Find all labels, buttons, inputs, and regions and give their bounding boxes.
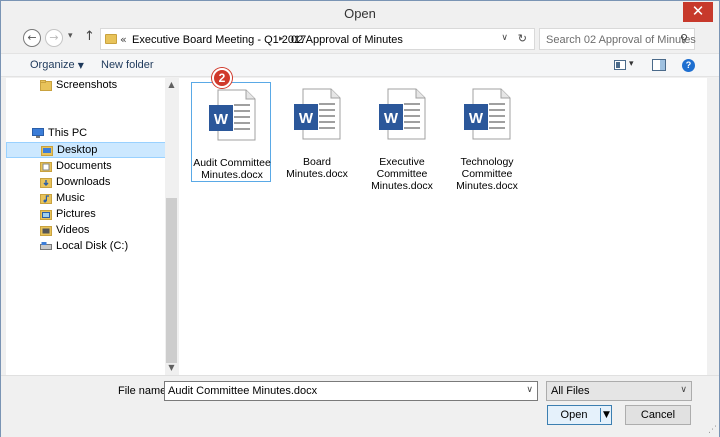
sidebar-item-label: Local Disk (C:) [56,240,129,252]
change-view-icon[interactable] [614,60,626,70]
scroll-down-arrow-icon[interactable]: ▼ [166,363,177,372]
step-number-badge: 2 [212,68,232,88]
file-item-executive-committee-minutes[interactable]: W Executive Committee Minutes.docx [362,82,442,192]
chevron-down-icon: ▼ [77,61,84,70]
file-type-value: All Files [551,385,590,397]
folder-icon [105,34,117,44]
navigation-scrollbar[interactable]: ▲ ▼ [165,78,178,375]
file-name-label: Executive Committee Minutes.docx [371,156,433,192]
dialog-title: Open [344,6,376,21]
file-name-value: Audit Committee Minutes.docx [168,385,318,397]
preview-pane-icon[interactable] [652,59,666,71]
help-icon[interactable]: ? [682,59,695,72]
address-bar[interactable]: « Executive Board Meeting - Q1 2017 ▸ 02… [100,28,535,50]
svg-text:W: W [299,110,314,127]
file-name-label: Technology Committee Minutes.docx [456,156,518,192]
title-bar: Open ✕ [1,1,719,27]
address-row: ← → ▾ ↑ « Executive Board Meeting - Q1 2… [1,27,719,51]
close-button[interactable]: ✕ [683,2,713,22]
file-name-label: Board Minutes.docx [286,156,348,180]
resize-grip-icon[interactable]: ⋰ [708,425,717,435]
sidebar-item-label: This PC [48,127,88,139]
new-folder-button[interactable]: New folder [101,59,154,71]
open-button-label: Open [560,409,588,421]
music-folder-icon [40,194,52,204]
videos-folder-icon [40,226,52,236]
organize-label: Organize [30,59,75,71]
sidebar-item-label: Downloads [56,176,111,188]
computer-icon [32,128,44,138]
sidebar-item-label: Music [56,192,85,204]
sidebar-item-label: Videos [56,224,90,236]
svg-text:W: W [469,110,484,127]
file-item-technology-committee-minutes[interactable]: W Technology Committee Minutes.docx [447,82,527,192]
drive-icon [40,242,52,250]
documents-folder-icon [40,162,52,172]
search-icon[interactable]: ⚲ [680,32,688,45]
word-document-icon: W [379,88,426,140]
file-item-board-minutes[interactable]: W Board Minutes.docx [277,82,357,182]
sidebar-item-pictures[interactable]: Pictures [6,207,166,223]
chevron-down-icon[interactable]: ∨ [526,385,533,395]
scrollbar-thumb[interactable] [166,198,177,363]
split-divider [600,408,601,422]
refresh-icon[interactable]: ↻ [518,32,527,45]
sidebar-item-desktop[interactable]: Desktop [6,142,166,158]
scroll-up-arrow-icon[interactable]: ▲ [166,80,177,89]
recent-locations-button[interactable]: ▾ [68,31,73,41]
sidebar-item-label: Documents [56,160,112,172]
search-box[interactable]: Search 02 Approval of Minutes ⚲ [539,28,696,50]
folder-icon [40,80,52,91]
sidebar-item-videos[interactable]: Videos [6,223,166,239]
command-bar: Organize ▼ New folder ▾ ? [1,53,719,77]
svg-text:W: W [214,111,229,128]
sidebar-item-this-pc[interactable]: This PC [6,126,166,142]
forward-button[interactable]: → [45,29,63,47]
navigation-pane: Screenshots This PC Desktop Documents Do… [6,78,178,375]
downloads-folder-icon [40,178,52,188]
desktop-folder-icon [41,146,53,156]
search-placeholder: Search 02 Approval of Minutes [546,34,696,46]
breadcrumb-separator[interactable]: ▸ [279,34,284,44]
file-type-select[interactable]: All Files ∨ [546,381,692,401]
sidebar-item-downloads[interactable]: Downloads [6,175,166,191]
sidebar-item-label: Desktop [57,144,98,156]
cancel-button[interactable]: Cancel [625,405,691,425]
svg-text:W: W [384,110,399,127]
address-dropdown-button[interactable]: ∨ [501,33,508,43]
dialog-footer: File name: Audit Committee Minutes.docx … [1,375,719,437]
file-name-input[interactable]: Audit Committee Minutes.docx ∨ [164,381,538,401]
overflow-chevron[interactable]: « [120,33,127,46]
sidebar-item-label: Pictures [56,208,96,220]
file-name-label: File name: [118,385,170,397]
file-name-label: Audit Committee Minutes.docx [193,157,271,181]
chevron-down-icon: ∨ [680,385,687,395]
open-options-arrow-icon[interactable]: ▼ [603,406,610,424]
organize-button[interactable]: Organize ▼ [30,59,84,71]
back-button[interactable]: ← [23,29,41,47]
breadcrumb-approval-of-minutes[interactable]: 02 Approval of Minutes [291,34,403,46]
sidebar-item-local-disk[interactable]: Local Disk (C:) [6,239,166,255]
sidebar-item-documents[interactable]: Documents [6,159,166,175]
word-document-icon: W [209,89,256,141]
word-document-icon: W [294,88,341,140]
sidebar-item-music[interactable]: Music [6,191,166,207]
up-button[interactable]: ↑ [84,29,95,44]
sidebar-item-label: Screenshots [56,79,118,91]
open-dialog: Open ✕ ← → ▾ ↑ « Executive Board Meeting… [0,0,720,437]
file-list: W Audit Committee Minutes.docx W Board M… [179,78,707,375]
sidebar-item-screenshots[interactable]: Screenshots [6,78,166,94]
pictures-folder-icon [40,210,52,220]
file-item-audit-committee-minutes[interactable]: W Audit Committee Minutes.docx [191,82,271,182]
open-button[interactable]: Open ▼ [547,405,612,425]
view-options-caret[interactable]: ▾ [629,58,634,69]
word-document-icon: W [464,88,511,140]
